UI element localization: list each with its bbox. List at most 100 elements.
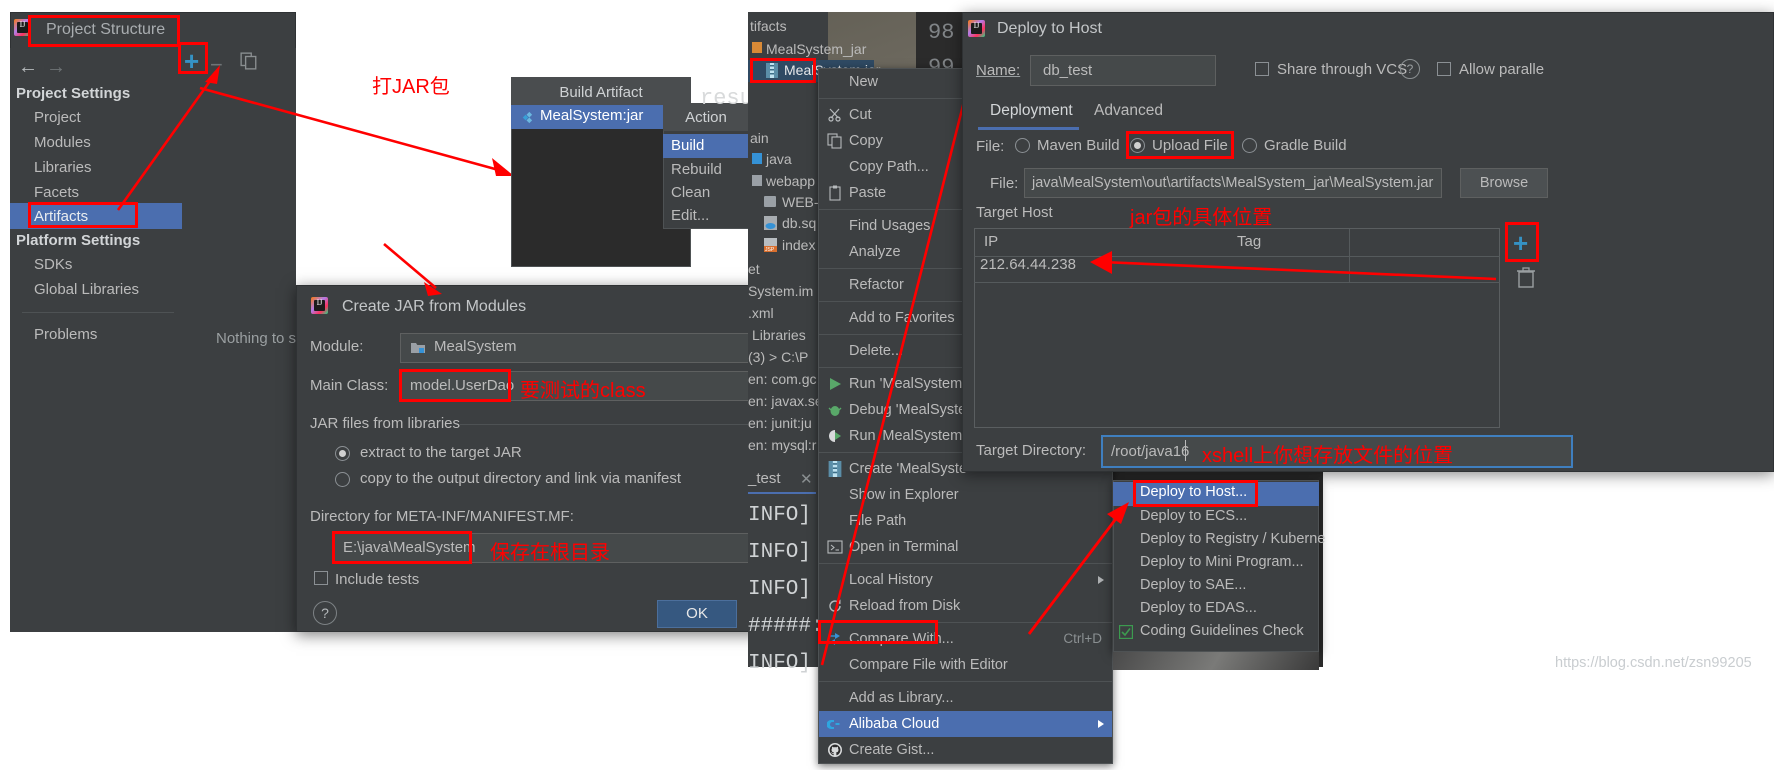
- main-class-value: model.UserDao: [410, 377, 515, 394]
- main-class-label: Main Class:: [310, 377, 389, 394]
- radio-upload-file-label[interactable]: Upload File: [1152, 137, 1228, 154]
- editor-tab-underline: [748, 492, 816, 494]
- tree-item-web-inf[interactable]: WEB-I: [782, 194, 822, 210]
- annotation-xshell-note: xshell上你想存放文件的位置: [1202, 445, 1454, 467]
- annotation-arrow-create-jar: [383, 243, 442, 296]
- radio-gradle-build[interactable]: [1242, 138, 1257, 158]
- submenu-item-deploy-to-ecs[interactable]: Deploy to ECS...: [1140, 508, 1247, 524]
- github-icon: [827, 742, 843, 758]
- share-vcs-label[interactable]: Share through VCS: [1277, 61, 1407, 78]
- menu-separator: [819, 681, 1112, 682]
- sidebar-item-project[interactable]: Project: [34, 109, 81, 126]
- radio-copy-to-output-label[interactable]: copy to the output directory and link vi…: [360, 470, 681, 487]
- action-menu-item-build[interactable]: Build: [671, 137, 704, 154]
- submenu-item-deploy-to-host[interactable]: Deploy to Host...: [1140, 484, 1247, 500]
- action-menu-item-rebuild[interactable]: Rebuild: [671, 161, 722, 178]
- webapp-folder-icon: [752, 175, 762, 186]
- submenu-item-deploy-to-sae[interactable]: Deploy to SAE...: [1140, 577, 1246, 593]
- tree-item-maven-mysql[interactable]: en: mysql:r: [748, 437, 816, 453]
- action-menu-title: Action: [685, 109, 727, 126]
- allow-parallel-label[interactable]: Allow paralle: [1459, 61, 1544, 78]
- tree-item-count[interactable]: (3) > C:\P: [748, 349, 808, 365]
- tree-item-libraries[interactable]: Libraries: [752, 327, 806, 343]
- tree-item-maven-junit[interactable]: en: junit:ju: [748, 415, 812, 431]
- tree-item-java[interactable]: java: [766, 151, 792, 167]
- annotation-jar-location-note: jar包的具体位置: [1130, 207, 1273, 229]
- sidebar-item-problems[interactable]: Problems: [34, 326, 97, 343]
- deploy-dialog-title: Deploy to Host: [997, 20, 1102, 37]
- target-host-label: Target Host: [976, 204, 1053, 221]
- source-folder-icon: [752, 153, 762, 164]
- allow-parallel-checkbox[interactable]: [1437, 62, 1451, 81]
- tree-item-db-sql[interactable]: db.sq: [782, 215, 816, 231]
- deploy-name-label: Name:: [976, 62, 1021, 79]
- include-tests-checkbox[interactable]: [314, 571, 328, 590]
- tree-item-xml[interactable]: .xml: [748, 305, 774, 321]
- sidebar-item-artifacts[interactable]: Artifacts: [34, 208, 88, 225]
- radio-maven-build[interactable]: [1015, 138, 1030, 158]
- submenu-item-deploy-to-edas[interactable]: Deploy to EDAS...: [1140, 600, 1257, 616]
- table-row-ip[interactable]: 212.64.44.238: [980, 256, 1076, 273]
- annotation-arrow-ip: [1090, 251, 1497, 281]
- console-line-2: INFO]: [748, 541, 812, 564]
- tree-item-index[interactable]: index: [782, 237, 815, 253]
- radio-extract-to-jar[interactable]: [335, 446, 350, 466]
- help-icon[interactable]: ?: [1400, 59, 1420, 79]
- sidebar-divider: [22, 312, 174, 313]
- ij-logo-deploy: IJ: [968, 20, 988, 40]
- browse-button[interactable]: Browse: [1460, 168, 1548, 198]
- submenu-item-coding-guidelines[interactable]: Coding Guidelines Check: [1140, 623, 1304, 639]
- share-vcs-checkbox[interactable]: [1255, 62, 1269, 81]
- submenu-item-deploy-to-mini-program[interactable]: Deploy to Mini Program...: [1140, 554, 1304, 570]
- radio-extract-to-jar-label[interactable]: extract to the target JAR: [360, 444, 522, 461]
- web-inf-folder-icon: [764, 196, 776, 207]
- tree-item-target[interactable]: et: [748, 261, 760, 277]
- ok-button[interactable]: OK: [657, 600, 737, 628]
- sidebar-item-libraries[interactable]: Libraries: [34, 159, 92, 176]
- action-menu-item-clean[interactable]: Clean: [671, 184, 710, 201]
- tab-deployment[interactable]: Deployment: [990, 102, 1073, 120]
- tree-item-artifacts[interactable]: tifacts: [750, 18, 787, 34]
- copy-artifact-button[interactable]: [240, 52, 258, 70]
- radio-copy-to-output[interactable]: [335, 472, 350, 492]
- tab-deployment-underline: [978, 127, 1079, 130]
- target-directory-value: /root/java16: [1111, 443, 1190, 460]
- console-line-5: INFO]: [748, 652, 812, 675]
- radio-gradle-build-label[interactable]: Gradle Build: [1264, 137, 1347, 154]
- tree-item-iml[interactable]: System.im: [748, 283, 813, 299]
- module-value: MealSystem: [434, 338, 517, 355]
- tree-item-main[interactable]: ain: [750, 130, 769, 146]
- trash-icon[interactable]: [1516, 267, 1536, 289]
- editor-tab-db-test[interactable]: _test: [748, 470, 781, 487]
- jsp-file-icon: JSP: [764, 238, 777, 252]
- back-arrow-icon[interactable]: ←: [18, 56, 38, 79]
- close-icon[interactable]: ✕: [800, 470, 813, 488]
- add-host-button[interactable]: +: [1513, 228, 1528, 259]
- sidebar-item-sdks[interactable]: SDKs: [34, 256, 72, 273]
- tree-item-maven-com[interactable]: en: com.gc: [748, 371, 816, 387]
- text-caret: [1185, 440, 1186, 461]
- build-artifact-item-label[interactable]: MealSystem:jar: [540, 107, 643, 124]
- sidebar-item-facets[interactable]: Facets: [34, 184, 79, 201]
- alibaba-icon: [827, 716, 843, 732]
- help-icon[interactable]: ?: [313, 601, 337, 625]
- sql-file-icon: [764, 216, 777, 230]
- include-tests-label[interactable]: Include tests: [335, 571, 419, 588]
- forward-arrow-icon[interactable]: →: [46, 56, 66, 79]
- action-menu-item-edit[interactable]: Edit...: [671, 207, 709, 224]
- submenu-item-deploy-to-registry[interactable]: Deploy to Registry / Kuberne: [1140, 531, 1325, 547]
- tab-advanced[interactable]: Advanced: [1094, 102, 1163, 120]
- radio-maven-build-label[interactable]: Maven Build: [1037, 137, 1120, 154]
- menu-item-create-gist[interactable]: Create Gist...: [819, 737, 1112, 763]
- tree-item-maven-javax[interactable]: en: javax.se: [748, 393, 823, 409]
- radio-upload-file[interactable]: [1130, 138, 1145, 158]
- menu-item-add-as-library[interactable]: Add as Library...: [819, 685, 1112, 711]
- annotation-class-note: 要测试的class: [520, 380, 646, 402]
- module-label: Module:: [310, 338, 364, 355]
- screenshot-root: IJ Project Structure ← → Project Setting…: [0, 0, 1774, 770]
- sidebar-item-modules[interactable]: Modules: [34, 134, 91, 151]
- build-artifact-title: Build Artifact: [559, 84, 643, 101]
- sidebar-item-global-libraries[interactable]: Global Libraries: [34, 281, 139, 298]
- tree-item-webapp[interactable]: webapp: [766, 173, 815, 189]
- menu-item-alibaba-cloud[interactable]: Alibaba Cloud: [819, 711, 1112, 737]
